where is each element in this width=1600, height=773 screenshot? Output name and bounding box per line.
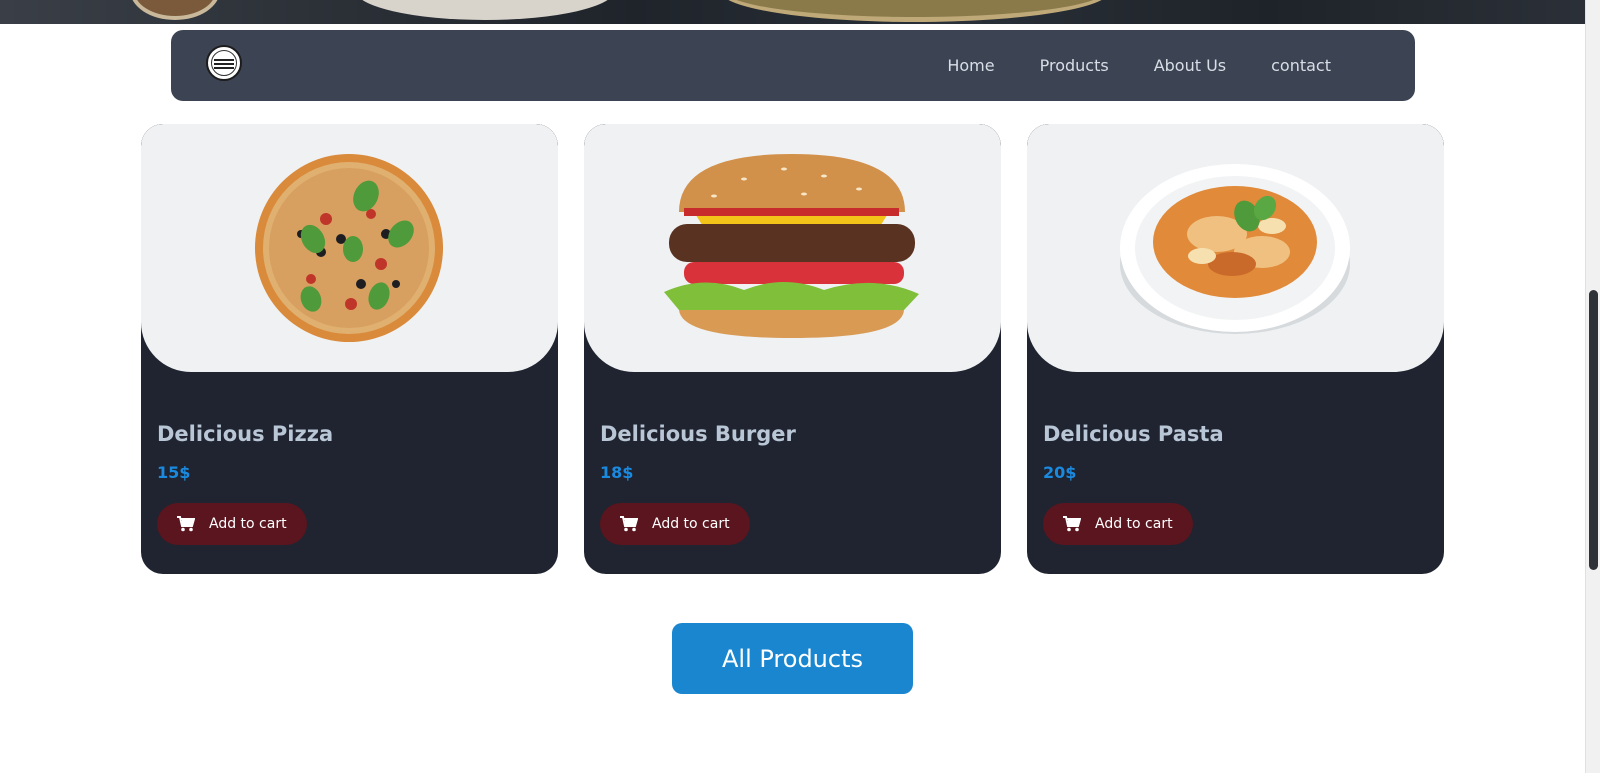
- scrollbar-thumb[interactable]: [1589, 290, 1598, 570]
- logo-text-line: [214, 63, 234, 65]
- nav-link-contact[interactable]: contact: [1271, 56, 1331, 75]
- product-price: 18$: [600, 463, 634, 482]
- pasta-image: [1120, 164, 1350, 334]
- product-image-area: [584, 124, 1001, 372]
- nav-link-home[interactable]: Home: [947, 56, 994, 75]
- pizza-image: [255, 154, 443, 342]
- product-card-pasta: Delicious Pasta 20$ Add to cart: [1027, 124, 1444, 574]
- add-to-cart-label: Add to cart: [1095, 516, 1173, 532]
- restaurant-logo[interactable]: [206, 45, 242, 81]
- hero-image-strip: [0, 0, 1585, 24]
- product-image-area: [1027, 124, 1444, 372]
- burger-image: [664, 154, 919, 338]
- product-price: 15$: [157, 463, 191, 482]
- nav-link-products[interactable]: Products: [1040, 56, 1109, 75]
- add-to-cart-label: Add to cart: [209, 516, 287, 532]
- cart-icon: [177, 516, 195, 532]
- product-image-area: [141, 124, 558, 372]
- product-card-burger: Delicious Burger 18$ Add to cart: [584, 124, 1001, 574]
- vertical-scrollbar[interactable]: [1585, 0, 1600, 773]
- hero-food-plate: [130, 0, 220, 20]
- add-to-cart-button[interactable]: Add to cart: [600, 503, 750, 545]
- add-to-cart-button[interactable]: Add to cart: [1043, 503, 1193, 545]
- logo-text-line: [214, 67, 234, 69]
- product-title: Delicious Pasta: [1043, 422, 1224, 446]
- navbar: Home Products About Us contact: [171, 30, 1415, 101]
- add-to-cart-button[interactable]: Add to cart: [157, 503, 307, 545]
- add-to-cart-label: Add to cart: [652, 516, 730, 532]
- nav-links: Home Products About Us contact: [947, 30, 1331, 101]
- cart-icon: [620, 516, 638, 532]
- product-title: Delicious Burger: [600, 422, 796, 446]
- logo-text-line: [214, 59, 234, 61]
- all-products-button[interactable]: All Products: [672, 623, 913, 694]
- nav-link-about-us[interactable]: About Us: [1154, 56, 1226, 75]
- hero-food-plate: [720, 0, 1110, 22]
- page: Home Products About Us contact Delicious…: [0, 0, 1600, 773]
- product-title: Delicious Pizza: [157, 422, 334, 446]
- hero-food-plate: [355, 0, 615, 20]
- product-card-pizza: Delicious Pizza 15$ Add to cart: [141, 124, 558, 574]
- product-price: 20$: [1043, 463, 1077, 482]
- cart-icon: [1063, 516, 1081, 532]
